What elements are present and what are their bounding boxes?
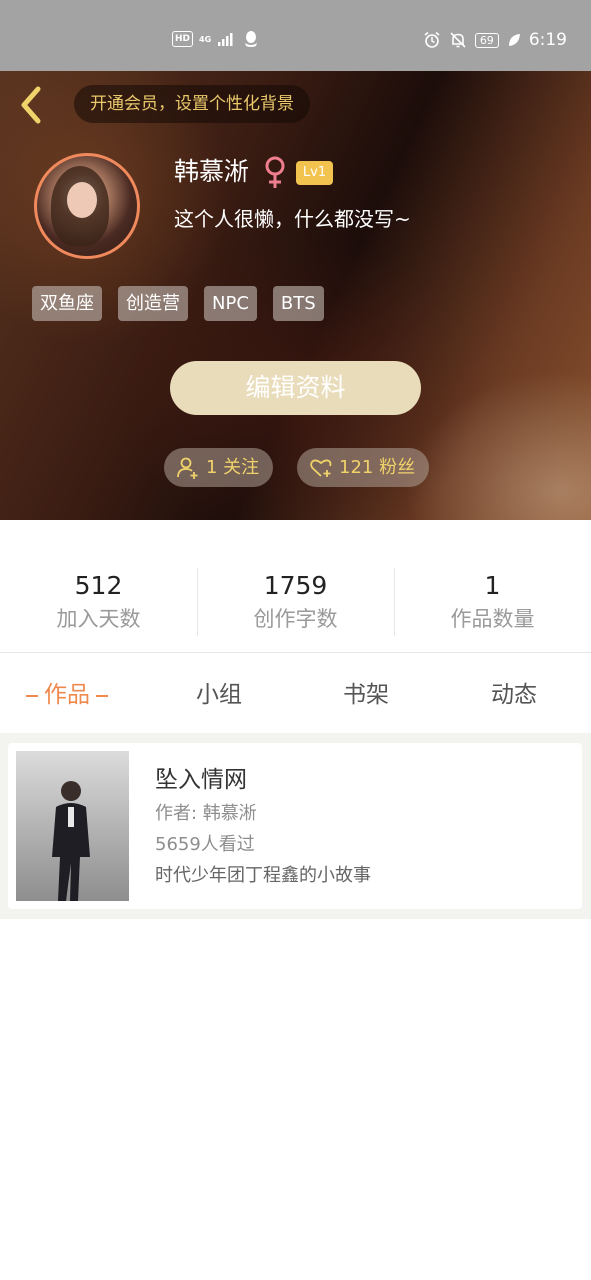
tab-indicator-left bbox=[26, 694, 38, 697]
following-label: 1 关注 bbox=[206, 457, 260, 478]
work-cover-image[interactable] bbox=[16, 751, 129, 901]
tag[interactable]: BTS bbox=[272, 286, 324, 321]
avatar-face bbox=[67, 182, 97, 218]
alarm-icon bbox=[424, 31, 440, 48]
work-title[interactable]: 坠入情网 bbox=[155, 763, 247, 797]
username: 韩慕淅 bbox=[174, 157, 250, 186]
stat-value: 1 bbox=[484, 571, 501, 600]
tag[interactable]: NPC bbox=[204, 286, 257, 321]
add-user-icon bbox=[177, 457, 198, 479]
stat-word-count: 1759 创作字数 bbox=[197, 560, 394, 640]
tab-label: 动态 bbox=[491, 682, 537, 708]
fans-button[interactable]: 121 粉丝 bbox=[297, 448, 430, 487]
tab-label: 作品 bbox=[44, 682, 90, 708]
tag[interactable]: 创造营 bbox=[118, 286, 188, 321]
stat-value: 512 bbox=[74, 571, 123, 600]
mute-icon bbox=[450, 32, 466, 48]
profile-page: HD 4G 69 6:19 开通会员，设置个性化背景 韩慕淅 Lv1 这个人很懒… bbox=[0, 0, 591, 1280]
work-card[interactable]: 坠入情网 作者: 韩慕淅 5659人看过 时代少年团丁程鑫的小故事 bbox=[8, 743, 582, 909]
female-icon bbox=[265, 156, 285, 188]
status-bar: HD 4G 69 6:19 bbox=[0, 0, 591, 71]
tab-groups[interactable]: 小组 bbox=[196, 670, 242, 720]
profile-header: 开通会员，设置个性化背景 韩慕淅 Lv1 这个人很懒，什么都没写~ 双鱼座 创造… bbox=[0, 71, 591, 520]
battery-indicator: 69 bbox=[474, 32, 499, 48]
hd-badge: HD bbox=[172, 31, 194, 47]
signature: 这个人很懒，什么都没写~ bbox=[174, 207, 411, 231]
stat-label: 加入天数 bbox=[56, 607, 141, 631]
tag[interactable]: 双鱼座 bbox=[32, 286, 102, 321]
divider bbox=[0, 652, 591, 653]
stat-value: 1759 bbox=[263, 571, 328, 600]
following-button[interactable]: 1 关注 bbox=[164, 448, 274, 487]
tab-indicator-right bbox=[96, 694, 108, 697]
tab-bookshelf[interactable]: 书架 bbox=[343, 670, 389, 720]
tab-label: 小组 bbox=[196, 682, 242, 708]
stat-join-days: 512 加入天数 bbox=[0, 560, 197, 640]
stats-row: 512 加入天数 1759 创作字数 1 作品数量 bbox=[0, 560, 591, 640]
work-author: 作者: 韩慕淅 bbox=[155, 803, 257, 824]
signal-icon bbox=[218, 33, 233, 46]
stat-work-count: 1 作品数量 bbox=[394, 560, 591, 640]
tab-bar: 作品 小组 书架 动态 bbox=[0, 670, 591, 720]
vip-background-button[interactable]: 开通会员，设置个性化背景 bbox=[74, 85, 310, 123]
tab-label: 书架 bbox=[343, 682, 389, 708]
work-views: 5659人看过 bbox=[155, 834, 255, 855]
stat-label: 创作字数 bbox=[253, 607, 338, 631]
tab-feed[interactable]: 动态 bbox=[491, 670, 537, 720]
back-arrow-icon[interactable] bbox=[14, 85, 48, 125]
work-description: 时代少年团丁程鑫的小故事 bbox=[155, 865, 371, 886]
clock: 6:19 bbox=[528, 30, 567, 50]
status-right-group: 69 6:19 bbox=[423, 30, 567, 50]
network-label: 4G bbox=[199, 34, 212, 44]
stat-label: 作品数量 bbox=[450, 607, 535, 631]
tab-works[interactable]: 作品 bbox=[26, 670, 114, 720]
fans-label: 121 粉丝 bbox=[339, 457, 416, 478]
qq-icon bbox=[245, 31, 258, 47]
edit-profile-button[interactable]: 编辑资料 bbox=[170, 361, 421, 415]
leaf-icon bbox=[508, 34, 520, 46]
level-badge: Lv1 bbox=[296, 161, 333, 185]
avatar[interactable] bbox=[34, 153, 140, 259]
status-left-group: HD 4G bbox=[172, 30, 259, 48]
cover-figure bbox=[52, 781, 90, 901]
heart-plus-icon bbox=[310, 459, 332, 477]
tag-list: 双鱼座 创造营 NPC BTS bbox=[32, 286, 324, 321]
